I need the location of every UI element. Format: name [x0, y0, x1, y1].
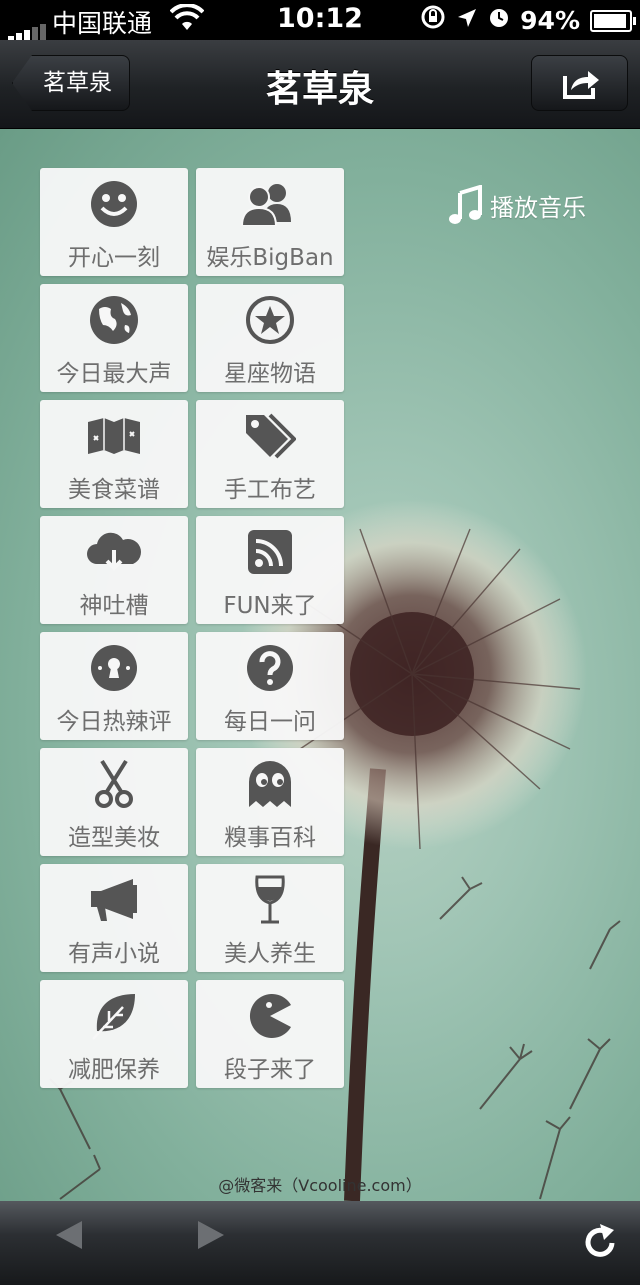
people-icon — [241, 184, 291, 226]
wine-glass-icon — [255, 875, 285, 924]
tile-label: 造型美妆 — [68, 825, 160, 851]
tile-entertainment[interactable]: 娱乐BigBan — [196, 168, 344, 276]
refresh-icon — [585, 1224, 615, 1257]
tile-diet-care[interactable]: 减肥保养 — [40, 980, 188, 1088]
tile-label: 段子来了 — [224, 1057, 316, 1083]
cloud-download-icon — [87, 532, 141, 571]
play-music-label: 播放音乐 — [490, 193, 586, 222]
tile-beauty-health[interactable]: 美人养生 — [196, 864, 344, 972]
tile-label: 美人养生 — [224, 941, 316, 967]
left-triangle-icon — [56, 1221, 82, 1249]
tile-happy-moment[interactable]: 开心一刻 — [40, 168, 188, 276]
tile-handcraft[interactable]: 手工布艺 — [196, 400, 344, 508]
question-icon — [247, 645, 293, 691]
play-music-button[interactable]: 播放音乐 — [448, 185, 586, 225]
tile-fun[interactable]: FUN来了 — [196, 516, 344, 624]
rotation-lock-icon — [420, 4, 446, 37]
refresh-button[interactable] — [584, 1223, 618, 1263]
navigation-bar: 茗草泉 茗草泉 — [0, 40, 640, 129]
bottom-toolbar — [0, 1201, 640, 1285]
scissors-icon — [95, 759, 133, 808]
tile-embarrassing-stories[interactable]: 糗事百科 — [196, 748, 344, 856]
right-triangle-icon — [198, 1221, 224, 1249]
tile-styling-makeup[interactable]: 造型美妆 — [40, 748, 188, 856]
battery-icon — [590, 9, 636, 32]
tile-label: 今日热辣评 — [56, 709, 172, 735]
leaf-icon — [92, 994, 135, 1040]
category-grid: 开心一刻 娱乐BigBan 今日最大声 星座物语 美食菜谱 手工布艺 神吐槽 F… — [40, 168, 344, 1088]
share-button[interactable] — [531, 55, 628, 111]
star-circle-icon — [246, 296, 294, 344]
tile-label: 每日一问 — [224, 709, 316, 735]
megaphone-icon — [91, 879, 137, 921]
tag-icon — [246, 413, 296, 459]
tile-horoscope[interactable]: 星座物语 — [196, 284, 344, 392]
battery-percent: 94% — [520, 6, 580, 35]
alarm-clock-icon — [488, 6, 510, 36]
forward-arrow-button[interactable] — [196, 1219, 226, 1255]
location-arrow-icon — [456, 6, 478, 36]
status-bar: 中国联通 10:12 94% — [0, 0, 640, 42]
smiley-icon — [91, 181, 137, 227]
tile-label: 星座物语 — [224, 361, 316, 387]
music-note-icon — [449, 185, 482, 224]
tile-audio-novels[interactable]: 有声小说 — [40, 864, 188, 972]
tile-label: 今日最大声 — [56, 361, 172, 387]
tile-label: 减肥保养 — [68, 1057, 160, 1083]
tile-label: 有声小说 — [68, 941, 160, 967]
share-icon — [563, 71, 599, 99]
map-icon — [88, 418, 140, 454]
tile-label: 神吐槽 — [79, 593, 149, 619]
rss-icon — [248, 530, 292, 574]
tile-jokes[interactable]: 段子来了 — [196, 980, 344, 1088]
back-arrow-button[interactable] — [54, 1219, 84, 1255]
tile-label: 开心一刻 — [68, 245, 160, 271]
globe-icon — [90, 296, 138, 344]
tile-hot-review[interactable]: 今日热辣评 — [40, 632, 188, 740]
tile-label: 美食菜谱 — [68, 477, 160, 503]
tile-loudest-today[interactable]: 今日最大声 — [40, 284, 188, 392]
tile-label: FUN来了 — [223, 593, 317, 619]
tile-label: 手工布艺 — [224, 477, 316, 503]
pacman-icon — [249, 994, 291, 1038]
keyhole-icon — [91, 645, 137, 691]
credit-text: @微客来（Vcooline.com） — [218, 1176, 422, 1195]
ghost-icon — [249, 761, 291, 807]
tile-daily-question[interactable]: 每日一问 — [196, 632, 344, 740]
tile-roast[interactable]: 神吐槽 — [40, 516, 188, 624]
main-content: 开心一刻 娱乐BigBan 今日最大声 星座物语 美食菜谱 手工布艺 神吐槽 F… — [0, 129, 640, 1201]
tile-recipes[interactable]: 美食菜谱 — [40, 400, 188, 508]
tile-label: 糗事百科 — [224, 825, 316, 851]
tile-label: 娱乐BigBan — [206, 245, 334, 271]
